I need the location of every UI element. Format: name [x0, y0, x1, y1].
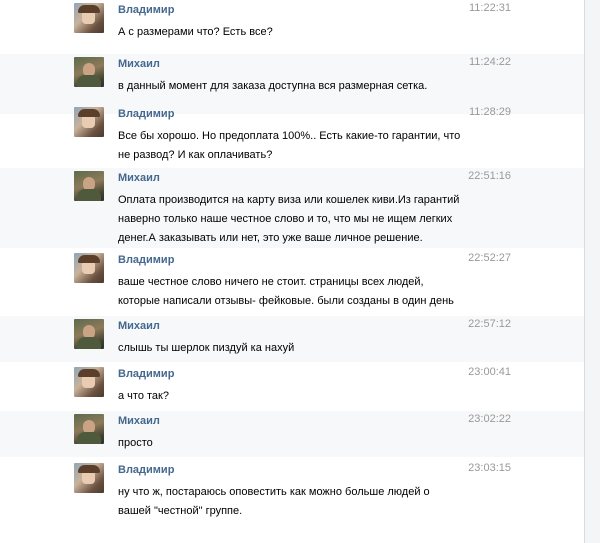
message-time: 11:22:31: [468, 2, 511, 14]
vladimir-avatar-icon[interactable]: [74, 367, 104, 397]
message-line: а что так?: [118, 390, 169, 402]
message-author[interactable]: Владимир: [118, 107, 174, 121]
message-text: ну что ж, постараюсь оповестить как можн…: [118, 483, 463, 521]
message-line: в данный момент для заказа доступна вся …: [118, 80, 428, 92]
message-line: наверно только наше честное слово и то, …: [118, 213, 453, 225]
message-time: 23:00:41: [468, 366, 511, 378]
vladimir-avatar-icon[interactable]: [74, 3, 104, 33]
message-line: А с размерами что? Есть все?: [118, 26, 273, 38]
message-author[interactable]: Михаил: [118, 171, 160, 185]
message-line: не развод? И как оплачивать?: [118, 149, 273, 161]
message-line: слышь ты шерлок пиздуй ка нахуй: [118, 342, 295, 354]
message-time: 11:28:29: [468, 106, 511, 118]
message-text: слышь ты шерлок пиздуй ка нахуй: [118, 339, 463, 358]
message-text: Оплата производится на карту виза или ко…: [118, 191, 463, 248]
message-item: Михаил 22:51:16 Оплата производится на к…: [0, 168, 584, 248]
message-line: просто: [118, 437, 153, 449]
message-author[interactable]: Владимир: [118, 367, 174, 381]
message-text: просто: [118, 434, 463, 453]
scrollbar-track[interactable]: [585, 0, 600, 543]
vladimir-avatar-icon[interactable]: [74, 107, 104, 137]
message-item: Владимир 22:52:27 ваше честное слово нич…: [0, 250, 584, 314]
message-item: Владимир 11:22:31 А с размерами что? Ест…: [0, 0, 584, 60]
message-time: 23:02:22: [468, 413, 511, 425]
mikhail-avatar-icon[interactable]: [74, 57, 104, 87]
message-author[interactable]: Михаил: [118, 57, 160, 71]
message-time: 22:51:16: [468, 170, 511, 182]
message-item: Владимир 23:00:41 а что так?: [0, 364, 584, 410]
vladimir-avatar-icon[interactable]: [74, 463, 104, 493]
message-item: Владимир 11:28:29 Все бы хорошо. Но пред…: [0, 104, 584, 164]
message-time: 23:03:15: [468, 462, 511, 474]
mikhail-avatar-icon[interactable]: [74, 319, 104, 349]
message-line: вашей "честной" группе.: [118, 505, 243, 517]
message-text: а что так?: [118, 387, 463, 406]
message-line: ваше честное слово ничего не стоит. стра…: [118, 276, 424, 288]
vladimir-avatar-icon[interactable]: [74, 253, 104, 283]
message-time: 11:24:22: [468, 56, 511, 68]
message-time: 22:52:27: [468, 252, 511, 264]
message-text: в данный момент для заказа доступна вся …: [118, 77, 463, 96]
message-author[interactable]: Владимир: [118, 253, 174, 267]
message-text: ваше честное слово ничего не стоит. стра…: [118, 273, 463, 311]
message-text: А с размерами что? Есть все?: [118, 23, 463, 42]
message-item: Владимир 23:03:15 ну что ж, постараюсь о…: [0, 460, 584, 530]
mikhail-avatar-icon[interactable]: [74, 414, 104, 444]
message-line: которые написали отзывы- фейковые. были …: [118, 295, 454, 307]
message-text: Все бы хорошо. Но предоплата 100%.. Есть…: [118, 127, 463, 165]
message-line: Оплата производится на карту виза или ко…: [118, 194, 460, 206]
message-author[interactable]: Владимир: [118, 3, 174, 17]
message-time: 22:57:12: [468, 318, 511, 330]
message-line: ну что ж, постараюсь оповестить как можн…: [118, 486, 430, 498]
message-item: Михаил 22:57:12 слышь ты шерлок пиздуй к…: [0, 316, 584, 362]
message-author[interactable]: Михаил: [118, 414, 160, 428]
message-author[interactable]: Михаил: [118, 319, 160, 333]
chat-history: Владимир 11:22:31 А с размерами что? Ест…: [0, 0, 600, 543]
message-line: Все бы хорошо. Но предоплата 100%.. Есть…: [118, 130, 461, 142]
mikhail-avatar-icon[interactable]: [74, 171, 104, 201]
message-line: денег.А заказывать или нет, это уже ваше…: [118, 232, 423, 244]
message-author[interactable]: Владимир: [118, 463, 174, 477]
message-item: Михаил 23:02:22 просто: [0, 411, 584, 457]
